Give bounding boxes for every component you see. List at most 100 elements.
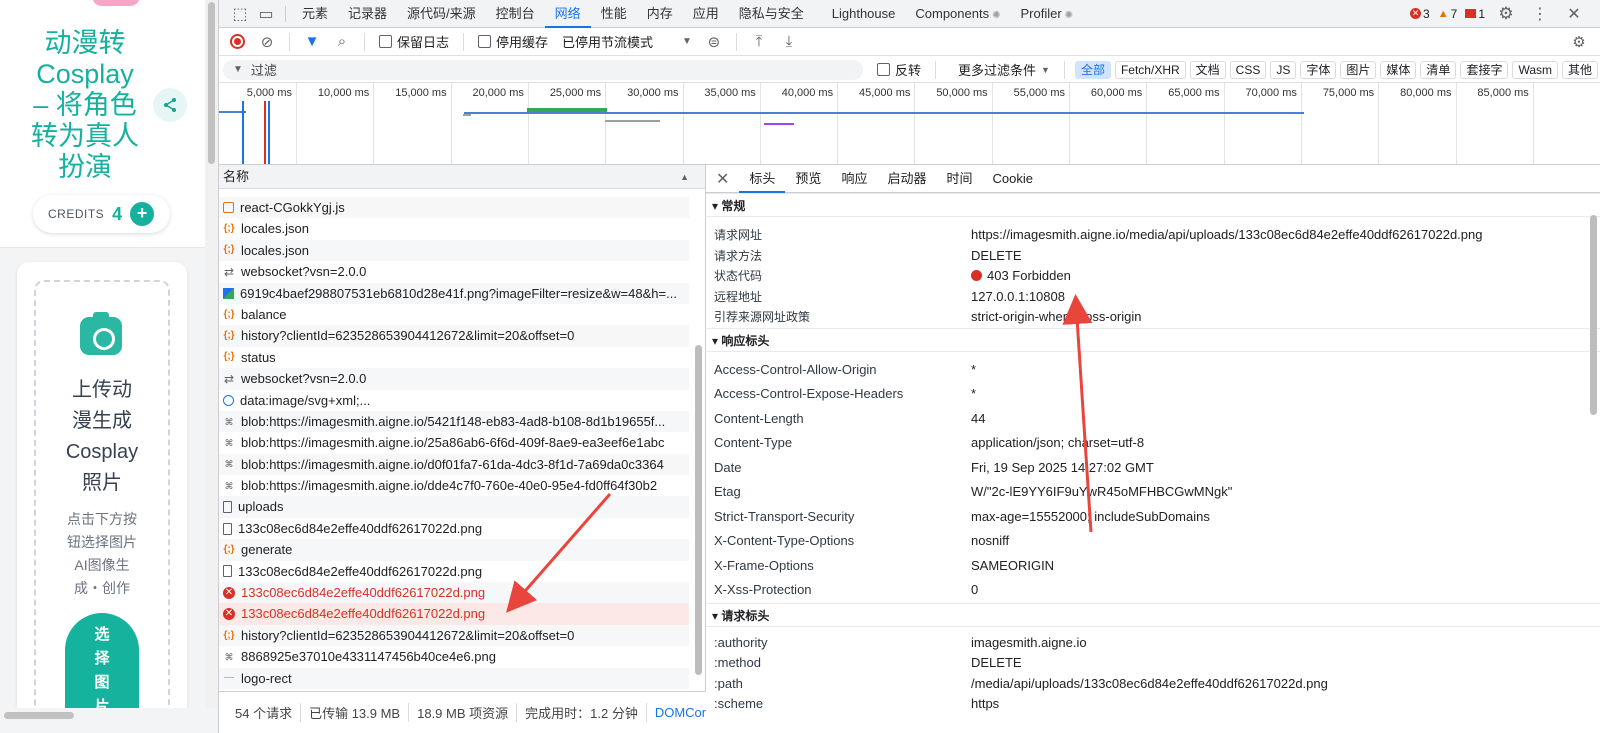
tab-8[interactable]: 隐私与安全: [729, 0, 814, 28]
detail-tab-3[interactable]: 启动器: [877, 165, 936, 193]
scrollbar-thumb[interactable]: [4, 712, 74, 719]
add-credits-button[interactable]: +: [130, 202, 155, 226]
section-header-request_headers[interactable]: ▾ 请求标头: [706, 602, 1600, 627]
list-scrollbar[interactable]: [695, 345, 702, 675]
type-filter-11[interactable]: 其他: [1562, 60, 1599, 79]
request-row[interactable]: ⇄ websocket?vsn=2.0.0: [219, 368, 689, 390]
type-filter-4[interactable]: JS: [1270, 60, 1297, 79]
tab-3[interactable]: 控制台: [486, 0, 545, 28]
request-row[interactable]: ✕ 133c08ec6d84e2effe40ddf62617022d.png: [219, 582, 689, 604]
detail-tab-4[interactable]: 时间: [936, 165, 982, 193]
section-header-response_headers[interactable]: ▾ 响应标头: [706, 327, 1600, 352]
tab-0[interactable]: 元素: [292, 0, 338, 28]
header-value-text: 44: [971, 410, 986, 426]
timeline-request-bar: [605, 120, 660, 122]
request-row[interactable]: {;} generate: [219, 539, 689, 561]
horizontal-scrollbar[interactable]: [0, 708, 218, 733]
filter-icon: ▼: [233, 64, 243, 75]
type-filter-6[interactable]: 图片: [1340, 60, 1377, 79]
share-button[interactable]: [153, 88, 187, 122]
request-row[interactable]: — logo-rect: [219, 667, 689, 689]
type-filter-3[interactable]: CSS: [1229, 60, 1267, 79]
import-har-button[interactable]: ⤒: [747, 30, 771, 54]
tab-label: Components: [915, 5, 990, 21]
dom-content-loaded[interactable]: DOMConte: [647, 705, 706, 720]
header-value: 127.0.0.1:10808: [971, 287, 1065, 308]
request-row[interactable]: 133c08ec6d84e2effe40ddf62617022d.png: [219, 518, 689, 539]
checkbox-box[interactable]: [877, 63, 890, 76]
filter-input[interactable]: ▼ 过滤: [223, 59, 863, 80]
detail-tab-1[interactable]: 预览: [785, 165, 831, 193]
request-row[interactable]: {;} status: [219, 347, 689, 368]
request-row[interactable]: ⌘ 8868925e37010e4331147456b40ce4e6.png: [219, 646, 689, 667]
column-header-name[interactable]: 名称 ▲: [219, 165, 705, 189]
tab-5[interactable]: 性能: [591, 0, 637, 28]
tab-2[interactable]: 源代码/来源: [397, 0, 486, 28]
more-options-icon[interactable]: ⋮: [1527, 2, 1553, 26]
type-filter-9[interactable]: 套接字: [1460, 60, 1509, 79]
detail-scrollbar[interactable]: [1590, 215, 1597, 415]
throttling-select[interactable]: 已停用节流模式 ▼: [562, 32, 692, 51]
warning-badge[interactable]: ▲ 7: [1438, 7, 1458, 21]
section-header-general[interactable]: ▾ 常规: [706, 193, 1600, 217]
checkbox-box[interactable]: [478, 35, 492, 48]
type-filter-0[interactable]: 全部: [1074, 60, 1111, 79]
search-button[interactable]: ⌕: [330, 30, 354, 54]
more-filters-dropdown[interactable]: 更多过滤条件 ▼: [958, 60, 1050, 79]
request-row[interactable]: ✕ 133c08ec6d84e2effe40ddf62617022d.png: [219, 603, 689, 625]
disable-cache-checkbox[interactable]: 停用缓存: [478, 32, 548, 51]
settings-gear-icon[interactable]: ⚙: [1493, 2, 1519, 26]
scrollbar-thumb[interactable]: [208, 2, 215, 164]
type-filter-7[interactable]: 媒体: [1380, 60, 1417, 79]
filter-button[interactable]: ▼: [300, 30, 324, 54]
tab-11[interactable]: Profiler ✺: [1010, 0, 1083, 28]
preserve-log-checkbox[interactable]: 保留日志: [379, 32, 449, 51]
network-settings-button[interactable]: ⚙: [1567, 30, 1591, 54]
device-toolbar-icon[interactable]: ▭: [253, 2, 279, 26]
checkbox-box[interactable]: [379, 35, 392, 48]
type-filter-8[interactable]: 清单: [1420, 60, 1457, 79]
clear-button[interactable]: ⊘: [255, 30, 279, 54]
tab-10[interactable]: Components ✺: [905, 0, 1010, 28]
issue-badge[interactable]: 1: [1465, 7, 1485, 21]
type-filter-10[interactable]: Wasm: [1512, 60, 1559, 79]
detail-tab-5[interactable]: Cookie: [982, 165, 1042, 193]
network-overview-timeline[interactable]: 5,000 ms 10,000 ms 15,000 ms 20,000 ms 25,00…: [219, 83, 1600, 165]
detail-tab-2[interactable]: 响应: [831, 165, 877, 193]
request-row[interactable]: {;} history?clientId=623528653904412672&l…: [219, 325, 689, 347]
type-filter-5[interactable]: 字体: [1300, 60, 1337, 79]
request-row[interactable]: {;} history?clientId=623528653904412672&l…: [219, 624, 689, 647]
request-row[interactable]: ⌘ blob:https://imagesmith.aigne.io/dde4c7…: [219, 475, 689, 496]
header-row: :authority imagesmith.aigne.io: [706, 633, 1600, 654]
request-row[interactable]: {;} locales.json: [219, 218, 689, 239]
request-row[interactable]: {;} balance: [219, 304, 689, 325]
export-har-button[interactable]: ⤓: [777, 30, 801, 54]
request-row[interactable]: react-CGokkYgj.js: [219, 197, 689, 219]
type-filter-2[interactable]: 文档: [1189, 60, 1226, 79]
close-detail-icon[interactable]: ✕: [716, 169, 729, 189]
request-row[interactable]: data:image/svg+xml;...: [219, 390, 689, 411]
request-row[interactable]: 133c08ec6d84e2effe40ddf62617022d.png: [219, 561, 689, 582]
request-row[interactable]: ⌘ blob:https://imagesmith.aigne.io/d0f01f…: [219, 453, 689, 476]
record-button[interactable]: [225, 30, 249, 54]
inspect-element-icon[interactable]: ⬚: [227, 2, 253, 26]
request-row[interactable]: ⌘ blob:https://imagesmith.aigne.io/25a86a…: [219, 432, 689, 453]
request-row[interactable]: ⌘ blob:https://imagesmith.aigne.io/5421f1…: [219, 410, 689, 433]
detail-tab-0[interactable]: 标头: [739, 165, 786, 193]
request-list: 名称 ▲ react-CGokkYgj.js {;} locales.json {;} l…: [219, 165, 706, 691]
error-badge[interactable]: ✕ 3: [1410, 7, 1430, 21]
network-conditions-button[interactable]: ⊜: [702, 30, 726, 54]
type-filter-1[interactable]: Fetch/XHR: [1114, 60, 1186, 79]
invert-checkbox[interactable]: 反转: [877, 60, 921, 79]
request-row[interactable]: 6919c4baef298807531eb6810d28e41f.png?ima…: [219, 282, 689, 304]
tab-6[interactable]: 内存: [637, 0, 683, 28]
request-row[interactable]: ⇄ websocket?vsn=2.0.0: [219, 261, 689, 282]
close-icon[interactable]: ✕: [1561, 2, 1587, 26]
request-row[interactable]: {;} locales.json: [219, 239, 689, 262]
tab-9[interactable]: Lighthouse: [822, 0, 906, 28]
tab-7[interactable]: 应用: [683, 0, 729, 28]
page-scrollbar[interactable]: [205, 0, 218, 733]
tab-4[interactable]: 网络: [544, 0, 591, 28]
tab-1[interactable]: 记录器: [338, 0, 397, 28]
request-row[interactable]: uploads: [219, 496, 689, 518]
